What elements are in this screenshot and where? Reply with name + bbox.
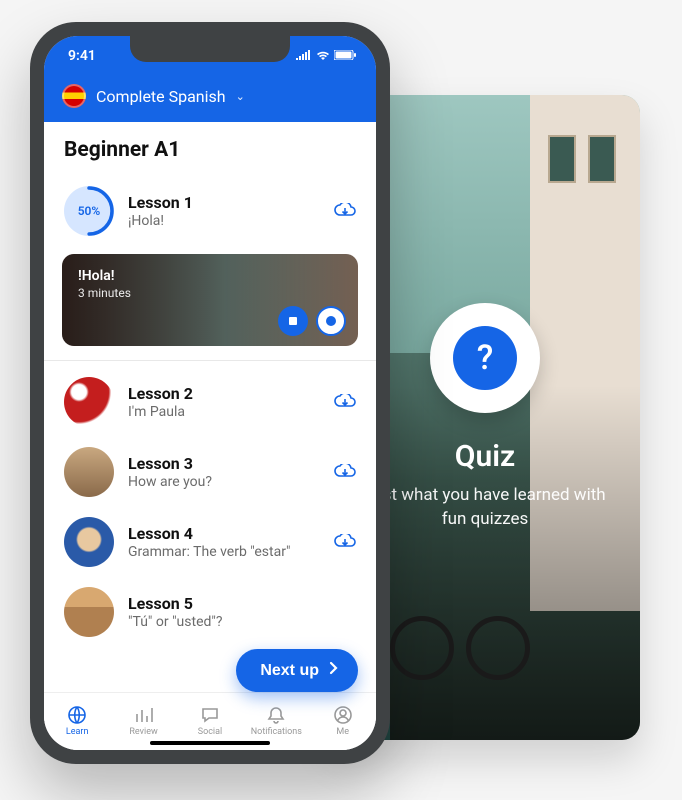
tab-label: Learn bbox=[66, 727, 89, 737]
lesson-row[interactable]: Lesson 3 How are you? bbox=[44, 437, 376, 507]
lesson-title: Lesson 2 bbox=[128, 384, 320, 403]
featured-duration: 3 minutes bbox=[78, 286, 131, 300]
signal-icon bbox=[296, 48, 312, 64]
phone-notch bbox=[130, 36, 290, 62]
lesson-list: Beginner A1 50% Lesson 1 ¡Hola! bbox=[44, 122, 376, 750]
tab-social[interactable]: Social bbox=[180, 705, 240, 737]
lesson-thumbnail bbox=[64, 447, 114, 497]
lesson-thumbnail bbox=[64, 377, 114, 427]
lesson-title: Lesson 3 bbox=[128, 454, 320, 473]
download-icon[interactable] bbox=[334, 464, 356, 480]
download-icon[interactable] bbox=[334, 203, 356, 219]
bell-icon bbox=[266, 705, 286, 725]
phone-screen: 9:41 Complete Spanish ⌄ Beginner A1 bbox=[44, 36, 376, 750]
lesson-title: Lesson 1 bbox=[128, 193, 320, 212]
download-icon[interactable] bbox=[334, 394, 356, 410]
lesson-subtitle: ¡Hola! bbox=[128, 213, 320, 229]
chat-icon bbox=[200, 705, 220, 725]
spain-flag-icon bbox=[62, 84, 86, 108]
phone-frame: 9:41 Complete Spanish ⌄ Beginner A1 bbox=[30, 22, 390, 764]
lesson-title: Lesson 5 bbox=[128, 594, 356, 613]
quiz-badge: ? bbox=[430, 303, 540, 413]
tab-label: Social bbox=[198, 727, 222, 737]
level-title: Beginner A1 bbox=[44, 122, 376, 176]
quiz-title: Quiz bbox=[455, 439, 515, 474]
lesson-thumbnail bbox=[64, 517, 114, 567]
chevron-down-icon: ⌄ bbox=[236, 90, 245, 103]
tab-review[interactable]: Review bbox=[114, 705, 174, 737]
question-mark-icon: ? bbox=[453, 326, 517, 390]
course-name: Complete Spanish bbox=[96, 87, 226, 106]
chart-icon bbox=[134, 705, 154, 725]
download-icon[interactable] bbox=[334, 534, 356, 550]
progress-ring: 50% bbox=[64, 186, 114, 236]
lesson-subtitle: I'm Paula bbox=[128, 404, 320, 420]
lesson-subtitle: How are you? bbox=[128, 474, 320, 490]
lesson-title: Lesson 4 bbox=[128, 524, 320, 543]
lesson-row[interactable]: Lesson 2 I'm Paula bbox=[44, 367, 376, 437]
user-icon bbox=[333, 705, 353, 725]
course-selector[interactable]: Complete Spanish ⌄ bbox=[44, 76, 376, 122]
wifi-icon bbox=[316, 48, 330, 64]
featured-action-button[interactable] bbox=[278, 306, 308, 336]
quiz-subtitle: Test what you have learned with fun quiz… bbox=[350, 484, 620, 532]
divider bbox=[44, 360, 376, 361]
battery-icon bbox=[334, 48, 356, 64]
lesson-thumbnail bbox=[64, 587, 114, 637]
next-up-button[interactable]: Next up bbox=[236, 649, 358, 692]
tab-label: Notifications bbox=[251, 727, 302, 737]
featured-title: !Hola! bbox=[78, 268, 131, 284]
home-indicator bbox=[150, 741, 270, 745]
lesson-row[interactable]: 50% Lesson 1 ¡Hola! bbox=[44, 176, 376, 246]
progress-percent: 50% bbox=[64, 186, 114, 236]
next-up-label: Next up bbox=[260, 662, 319, 680]
lesson-subtitle: Grammar: The verb "estar" bbox=[128, 544, 320, 560]
tab-label: Me bbox=[336, 727, 349, 737]
tab-notifications[interactable]: Notifications bbox=[246, 705, 306, 737]
featured-help-button[interactable] bbox=[316, 306, 346, 336]
tab-me[interactable]: Me bbox=[313, 705, 373, 737]
tab-label: Review bbox=[129, 727, 157, 737]
lesson-row[interactable]: Lesson 4 Grammar: The verb "estar" bbox=[44, 507, 376, 577]
featured-lesson-card[interactable]: !Hola! 3 minutes bbox=[62, 254, 358, 346]
lesson-subtitle: "Tú" or "usted"? bbox=[128, 614, 356, 630]
status-time: 9:41 bbox=[68, 48, 96, 64]
tab-learn[interactable]: Learn bbox=[47, 705, 107, 737]
globe-icon bbox=[67, 705, 87, 725]
chevron-right-icon bbox=[329, 661, 338, 680]
